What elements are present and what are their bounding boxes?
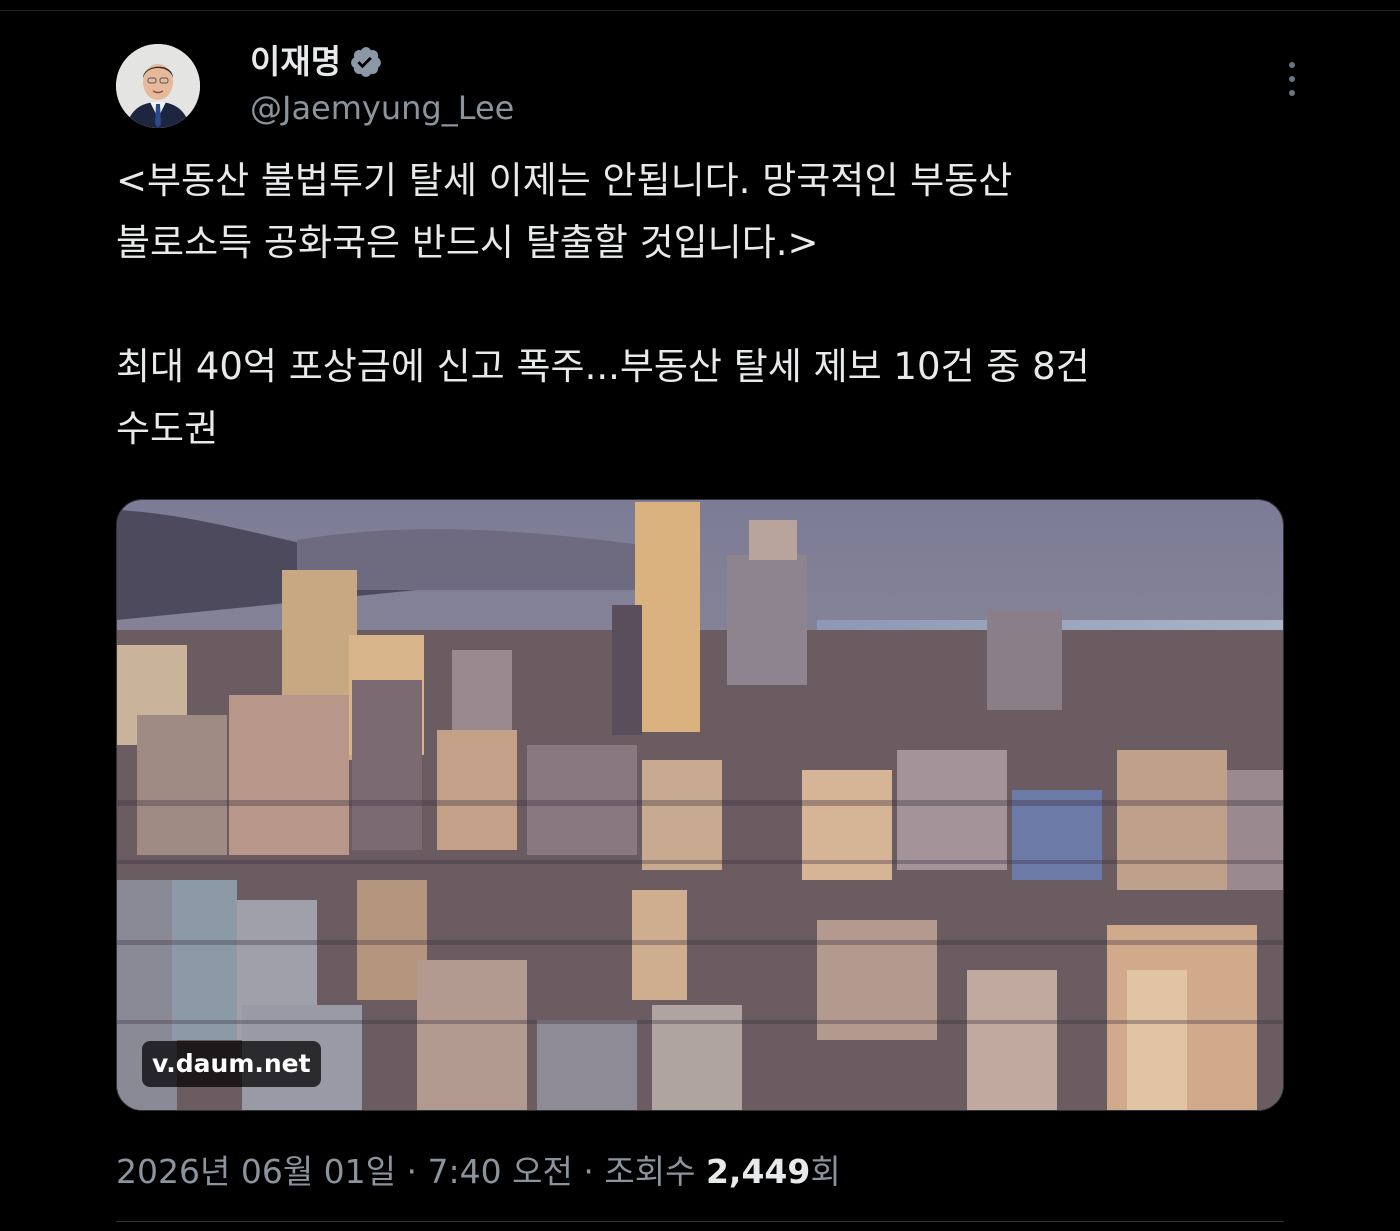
verified-badge-icon[interactable] xyxy=(349,45,383,79)
link-card-image[interactable] xyxy=(116,499,1284,1111)
meta-separator: · xyxy=(406,1152,418,1191)
link-domain-badge[interactable]: v.daum.net xyxy=(142,1041,321,1087)
tweet-meta: 2026년 06월 01일 · 7:40 오전 · 조회수 2,449회 xyxy=(116,1148,841,1196)
more-options-icon[interactable] xyxy=(1280,62,1304,96)
top-divider xyxy=(0,10,1400,11)
tweet-date[interactable]: 2026년 06월 01일 xyxy=(116,1152,396,1191)
views-suffix: 회 xyxy=(810,1152,841,1191)
display-name-row[interactable]: 이재명 xyxy=(250,42,383,82)
tweet-line: 최대 40억 포상금에 신고 폭주...부동산 탈세 제보 10건 중 8건 xyxy=(116,345,1090,388)
tweet-line: 수도권 xyxy=(116,407,219,450)
views-label: 조회수 xyxy=(604,1152,696,1191)
tweet-line: 불로소득 공화국은 반드시 탈출할 것입니다.> xyxy=(116,221,819,264)
avatar[interactable] xyxy=(116,44,200,128)
tweet-line: <부동산 불법투기 탈세 이제는 안됩니다. 망국적인 부동산 xyxy=(116,159,1013,202)
display-name[interactable]: 이재명 xyxy=(250,42,341,82)
tweet-time[interactable]: 7:40 오전 xyxy=(428,1152,573,1191)
meta-separator: · xyxy=(583,1152,594,1191)
tweet-text: <부동산 불법투기 탈세 이제는 안됩니다. 망국적인 부동산 불로소득 공화국… xyxy=(116,150,1286,460)
views-count[interactable]: 2,449 xyxy=(706,1152,810,1191)
user-handle[interactable]: @Jaemyung_Lee xyxy=(250,88,514,128)
bottom-divider xyxy=(116,1221,1284,1222)
